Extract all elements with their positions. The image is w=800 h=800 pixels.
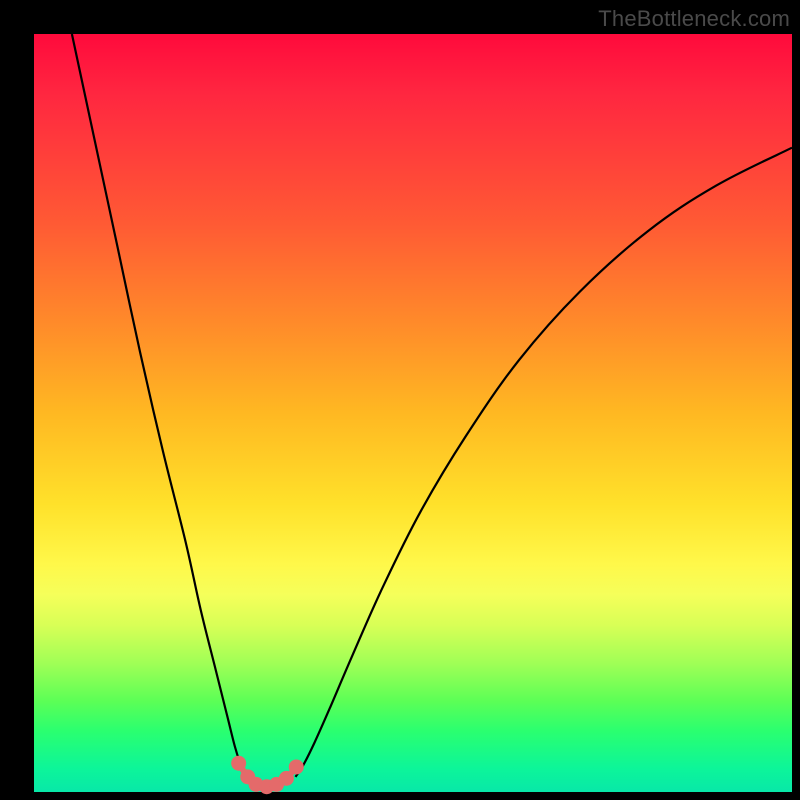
valley-markers	[231, 756, 304, 794]
valley-marker-dot	[289, 759, 304, 774]
valley-marker-dot	[279, 771, 294, 786]
curve-left-branch	[72, 34, 249, 780]
plot-area	[34, 34, 792, 792]
curve-right-branch	[296, 148, 792, 777]
curve-layer	[34, 34, 792, 792]
valley-marker-dot	[231, 756, 246, 771]
chart-frame: TheBottleneck.com	[0, 0, 800, 800]
watermark-text: TheBottleneck.com	[598, 6, 790, 32]
